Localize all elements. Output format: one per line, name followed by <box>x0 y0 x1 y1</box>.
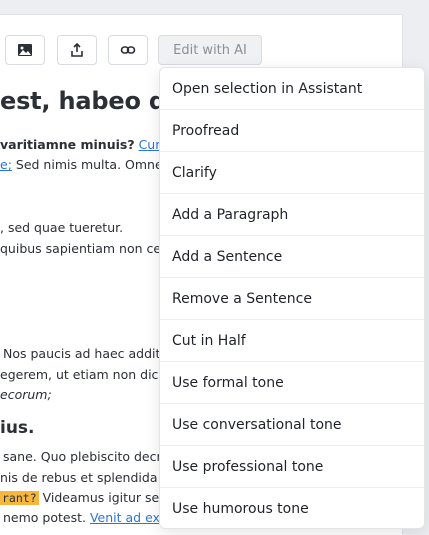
insert-image-button[interactable] <box>5 35 45 65</box>
document-heading: est, habeo qu <box>0 87 183 115</box>
bold-text: varitiamne minuis? <box>0 137 135 152</box>
paragraph-line: , sed quae tueretur. <box>0 220 124 235</box>
inline-link[interactable]: e; <box>0 157 12 172</box>
paragraph-line: nis de rebus et splendida es <box>0 470 176 485</box>
paragraph-text: nemo potest. <box>3 510 86 525</box>
menu-item-remove-sentence[interactable]: Remove a Sentence <box>160 278 424 320</box>
paragraph-text: Videamus igitur sen <box>42 490 168 505</box>
menu-item-add-sentence[interactable]: Add a Sentence <box>160 236 424 278</box>
paragraph-line: Nos paucis ad haec additi <box>3 346 164 361</box>
menu-item-humorous-tone[interactable]: Use humorous tone <box>160 488 424 528</box>
paragraph-line: e; Sed nimis multa. Omnes <box>0 157 169 172</box>
ai-actions-menu: Open selection in Assistant Proofread Cl… <box>159 67 425 529</box>
share-upload-icon <box>71 42 83 57</box>
inline-link[interactable]: Venit ad ext <box>90 510 165 525</box>
menu-item-conversational-tone[interactable]: Use conversational tone <box>160 404 424 446</box>
menu-item-clarify[interactable]: Clarify <box>160 152 424 194</box>
link-icon <box>120 46 136 54</box>
paragraph-line: quibus sapientiam non cern <box>0 241 174 256</box>
menu-item-formal-tone[interactable]: Use formal tone <box>160 362 424 404</box>
menu-item-add-paragraph[interactable]: Add a Paragraph <box>160 194 424 236</box>
paragraph-line: rant? Videamus igitur sen <box>0 490 167 505</box>
menu-item-professional-tone[interactable]: Use professional tone <box>160 446 424 488</box>
paragraph-line: nemo potest. Venit ad ext <box>3 510 165 525</box>
export-button[interactable] <box>57 35 97 65</box>
edit-with-ai-button[interactable]: Edit with AI <box>158 35 262 65</box>
highlighted-code: rant? <box>0 491 39 505</box>
editor-toolbar: Edit with AI <box>0 35 402 69</box>
menu-item-proofread[interactable]: Proofread <box>160 110 424 152</box>
paragraph-line: egerem, ut etiam non dice <box>0 367 167 382</box>
insert-link-button[interactable] <box>108 35 148 65</box>
paragraph-line: varitiamne minuis? Cur iu <box>0 137 176 152</box>
paragraph-line: ecorum; <box>0 387 52 402</box>
paragraph-text: Sed nimis multa. Omnes <box>15 157 170 172</box>
section-heading: ius. <box>0 418 35 438</box>
image-icon <box>18 44 32 56</box>
menu-item-open-in-assistant[interactable]: Open selection in Assistant <box>160 68 424 110</box>
menu-item-cut-in-half[interactable]: Cut in Half <box>160 320 424 362</box>
paragraph-line: sane. Quo plebiscito decre <box>3 449 170 464</box>
